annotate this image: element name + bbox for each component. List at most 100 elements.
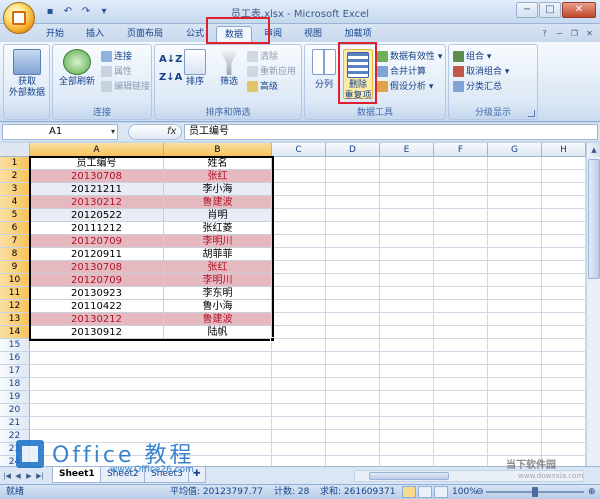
- row-header-24[interactable]: 24: [0, 456, 30, 466]
- row-header-13[interactable]: 13: [0, 313, 30, 326]
- tab-view[interactable]: 视图: [298, 26, 328, 42]
- sheet-tab-1[interactable]: Sheet1: [52, 467, 102, 483]
- column-header-a[interactable]: A: [30, 143, 164, 157]
- vertical-scroll-thumb[interactable]: [588, 159, 600, 279]
- column-header-b[interactable]: B: [164, 143, 272, 157]
- page-break-view-icon[interactable]: [434, 486, 448, 498]
- edit-links-button[interactable]: 编辑链接: [101, 81, 150, 94]
- minimize-icon[interactable]: −: [553, 27, 566, 40]
- employee-name-cell[interactable]: 姓名: [164, 157, 272, 170]
- employee-name-cell[interactable]: 张红: [164, 261, 272, 274]
- row-header-7[interactable]: 7: [0, 235, 30, 248]
- column-header-e[interactable]: E: [380, 143, 434, 157]
- employee-name-cell[interactable]: 胡菲菲: [164, 248, 272, 261]
- get-external-data-button[interactable]: 获取 外部数据: [8, 49, 46, 99]
- office-button[interactable]: [3, 2, 35, 34]
- employee-id-cell[interactable]: 员工编号: [30, 157, 164, 170]
- row-header-23[interactable]: 23: [0, 443, 30, 456]
- tab-insert[interactable]: 插入: [80, 26, 110, 42]
- row-header-9[interactable]: 9: [0, 261, 30, 274]
- clear-button[interactable]: 清除: [247, 51, 278, 64]
- name-box[interactable]: A1 ▾: [2, 124, 118, 140]
- row-header-8[interactable]: 8: [0, 248, 30, 261]
- employee-id-cell[interactable]: 20130923: [30, 287, 164, 300]
- employee-id-cell[interactable]: 20130212: [30, 196, 164, 209]
- zoom-out-icon[interactable]: ⊖: [476, 486, 484, 499]
- tab-addins[interactable]: 加载项: [338, 26, 378, 42]
- outline-dialog-launcher[interactable]: [528, 110, 535, 117]
- row-header-20[interactable]: 20: [0, 404, 30, 417]
- insert-sheet-icon[interactable]: ✚: [188, 467, 206, 483]
- row-header-11[interactable]: 11: [0, 287, 30, 300]
- sheet-tab-2[interactable]: Sheet2: [100, 467, 146, 483]
- row-header-1[interactable]: 1: [0, 157, 30, 170]
- formula-input[interactable]: 员工编号: [184, 124, 598, 140]
- row-header-21[interactable]: 21: [0, 417, 30, 430]
- row-header-5[interactable]: 5: [0, 209, 30, 222]
- tab-page-layout[interactable]: 页面布局: [120, 26, 170, 42]
- employee-name-cell[interactable]: 鲁建波: [164, 313, 272, 326]
- minimize-button[interactable]: −: [516, 2, 538, 18]
- sort-az-icon[interactable]: A↓Z: [159, 53, 182, 66]
- prev-sheet-icon[interactable]: ◀: [13, 470, 23, 482]
- employee-id-cell[interactable]: 20130912: [30, 326, 164, 339]
- row-header-18[interactable]: 18: [0, 378, 30, 391]
- first-sheet-icon[interactable]: |◀: [2, 470, 12, 482]
- row-header-2[interactable]: 2: [0, 170, 30, 183]
- restore-icon[interactable]: ❐: [568, 27, 581, 40]
- employee-name-cell[interactable]: 李明川: [164, 274, 272, 287]
- row-header-17[interactable]: 17: [0, 365, 30, 378]
- zoom-in-icon[interactable]: ⊕: [588, 486, 596, 499]
- help-icon[interactable]: ?: [538, 27, 551, 40]
- data-validation-button[interactable]: 数据有效性 ▾: [377, 51, 442, 64]
- row-header-12[interactable]: 12: [0, 300, 30, 313]
- row-header-16[interactable]: 16: [0, 352, 30, 365]
- employee-id-cell[interactable]: 20120911: [30, 248, 164, 261]
- employee-name-cell[interactable]: 陆帆: [164, 326, 272, 339]
- employee-id-cell[interactable]: 20121211: [30, 183, 164, 196]
- page-layout-view-icon[interactable]: [418, 486, 432, 498]
- worksheet-grid[interactable]: ▲ A B C D E F G H 1 2 3 4 5 6 7 8 9 10 11 12 13 14 15 16 17 18 19 2…: [0, 143, 600, 466]
- employee-name-cell[interactable]: 李东明: [164, 287, 272, 300]
- subtotal-button[interactable]: 分类汇总: [453, 81, 502, 94]
- properties-button[interactable]: 属性: [101, 66, 132, 79]
- normal-view-icon[interactable]: [402, 486, 416, 498]
- advanced-button[interactable]: 高级: [247, 81, 278, 94]
- employee-name-cell[interactable]: 鲁建波: [164, 196, 272, 209]
- employee-name-cell[interactable]: 李明川: [164, 235, 272, 248]
- zoom-slider-thumb[interactable]: [532, 487, 538, 497]
- employee-id-cell[interactable]: 20130212: [30, 313, 164, 326]
- name-box-dropdown-icon[interactable]: ▾: [111, 125, 115, 139]
- close-icon[interactable]: ✕: [583, 27, 596, 40]
- what-if-button[interactable]: 假设分析 ▾: [377, 81, 433, 94]
- connections-button[interactable]: 连接: [101, 51, 132, 64]
- employee-name-cell[interactable]: 鲁小海: [164, 300, 272, 313]
- column-header-h[interactable]: H: [542, 143, 586, 157]
- row-header-14[interactable]: 14: [0, 326, 30, 339]
- zoom-level[interactable]: 100%: [452, 486, 478, 499]
- row-header-15[interactable]: 15: [0, 339, 30, 352]
- vertical-scrollbar[interactable]: ▲: [586, 143, 600, 466]
- horizontal-scroll-thumb[interactable]: [369, 472, 449, 480]
- ungroup-button[interactable]: 取消组合 ▾: [453, 66, 509, 79]
- employee-id-cell[interactable]: 20120709: [30, 235, 164, 248]
- column-header-c[interactable]: C: [272, 143, 326, 157]
- sheet-tab-3[interactable]: Sheet3: [144, 467, 190, 483]
- employee-id-cell[interactable]: 20111212: [30, 222, 164, 235]
- filter-button[interactable]: 筛选: [215, 49, 243, 88]
- scroll-up-icon[interactable]: ▲: [587, 143, 600, 157]
- row-header-6[interactable]: 6: [0, 222, 30, 235]
- reapply-button[interactable]: 重新应用: [247, 66, 296, 79]
- group-button[interactable]: 组合 ▾: [453, 51, 491, 64]
- employee-name-cell[interactable]: 张红菱: [164, 222, 272, 235]
- row-header-10[interactable]: 10: [0, 274, 30, 287]
- sort-za-icon[interactable]: Z↓A: [159, 71, 182, 84]
- maximize-button[interactable]: □: [539, 2, 561, 18]
- row-header-3[interactable]: 3: [0, 183, 30, 196]
- employee-id-cell[interactable]: 20130708: [30, 170, 164, 183]
- employee-id-cell[interactable]: 20110422: [30, 300, 164, 313]
- row-header-22[interactable]: 22: [0, 430, 30, 443]
- insert-function-button[interactable]: fx: [128, 124, 182, 140]
- row-header-19[interactable]: 19: [0, 391, 30, 404]
- next-sheet-icon[interactable]: ▶: [24, 470, 34, 482]
